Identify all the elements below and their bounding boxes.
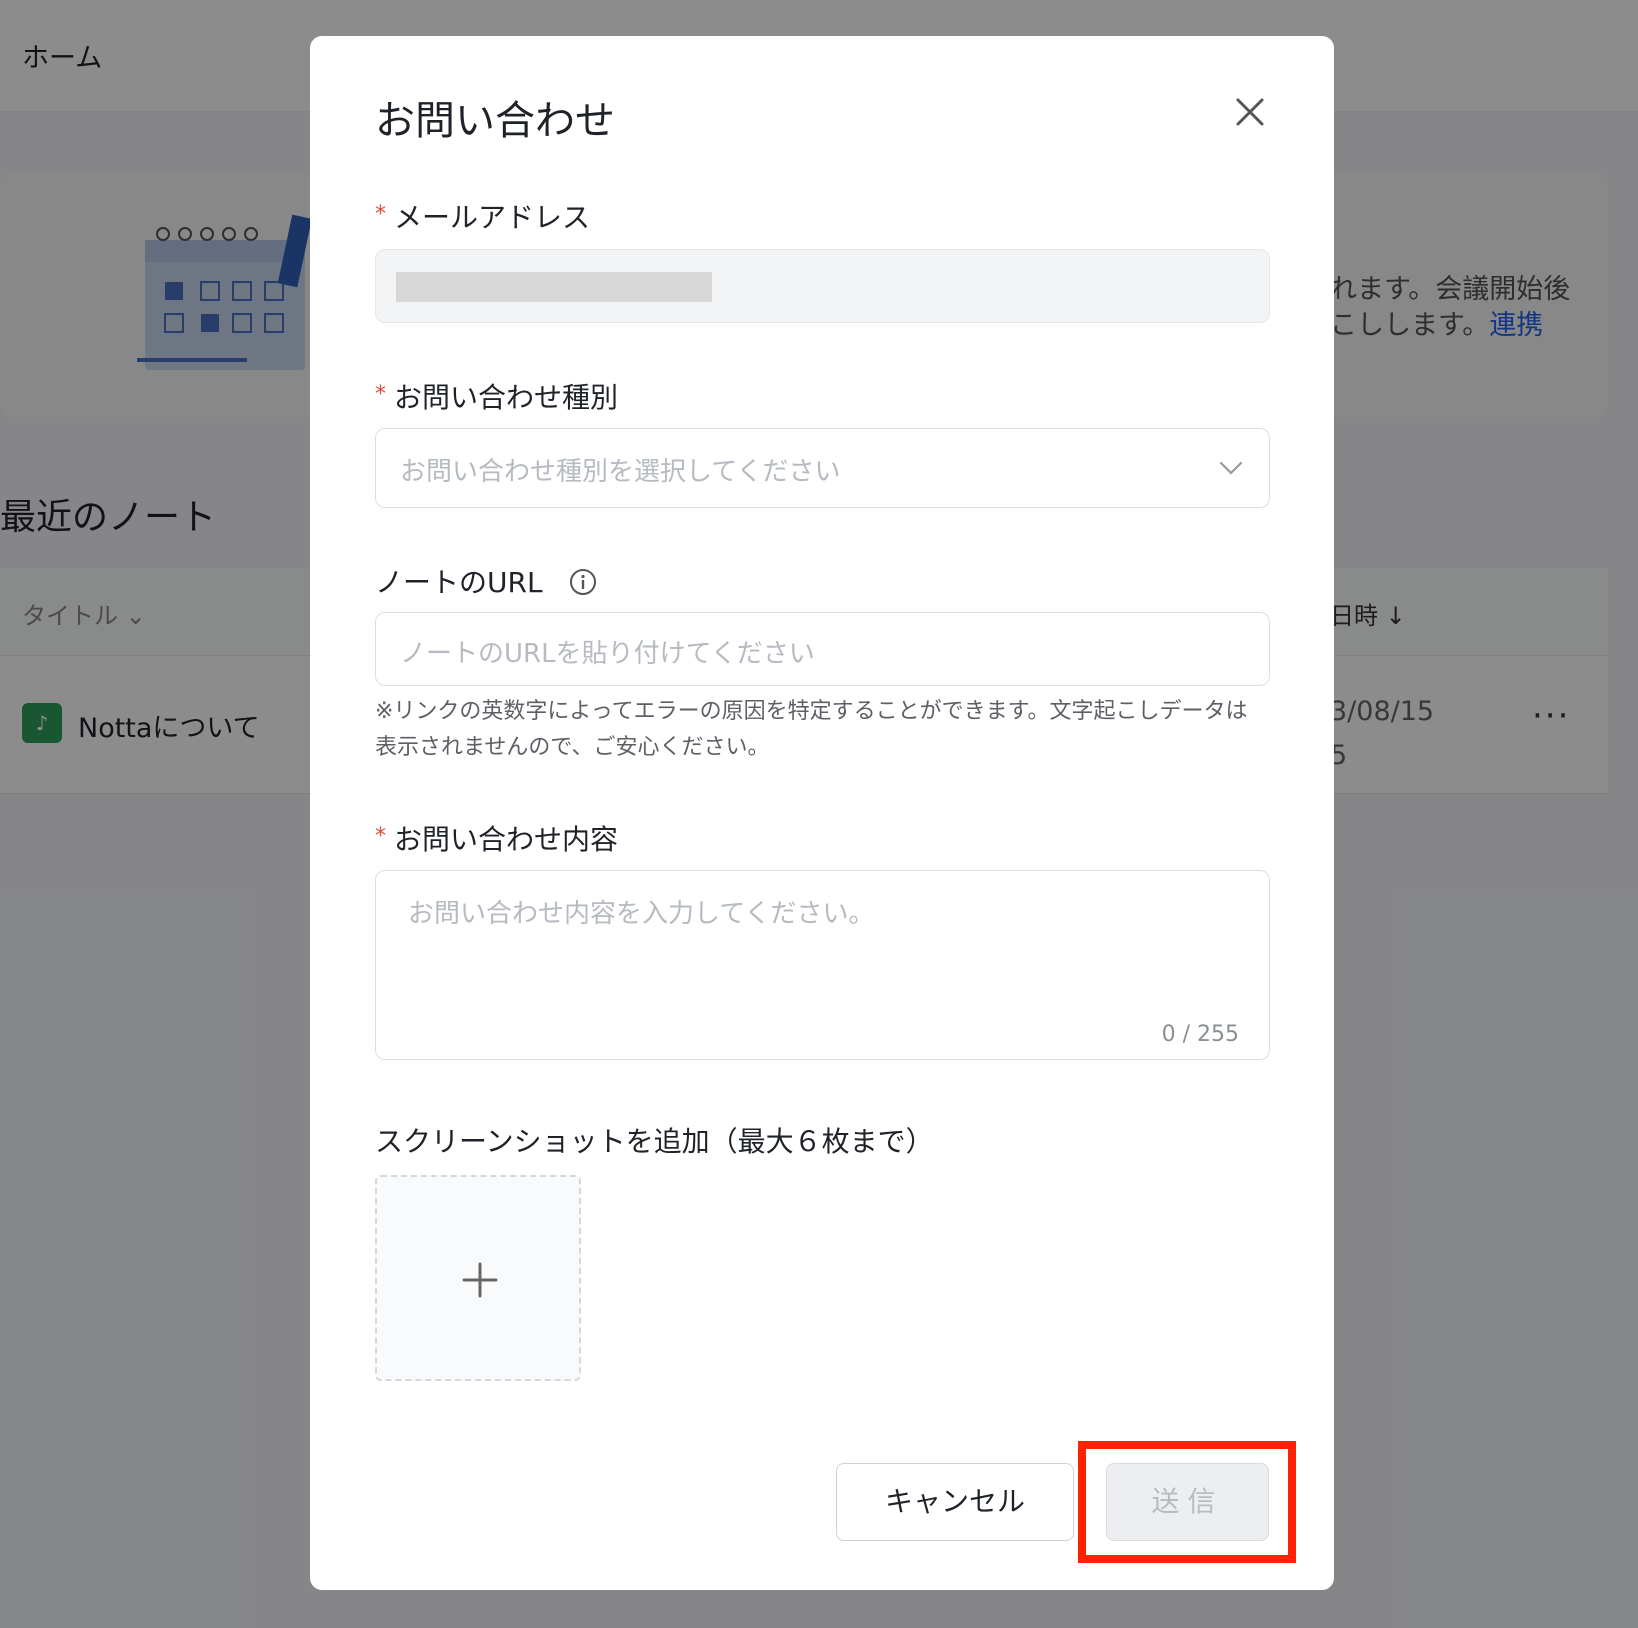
plus-icon xyxy=(462,1262,498,1298)
screenshot-upload[interactable] xyxy=(375,1175,581,1381)
category-label: * お問い合わせ種別 xyxy=(375,381,619,414)
highlight-box xyxy=(1078,1441,1296,1563)
category-select[interactable]: お問い合わせ種別を選択してください xyxy=(375,428,1270,508)
category-placeholder: お問い合わせ種別を選択してください xyxy=(400,457,841,487)
email-field[interactable] xyxy=(375,249,1270,323)
content-textarea[interactable]: お問い合わせ内容を入力してください。 0 / 255 xyxy=(375,870,1270,1060)
screenshot-label: スクリーンショットを追加（最大６枚まで） xyxy=(375,1125,934,1158)
content-label: * お問い合わせ内容 xyxy=(375,823,619,856)
note-url-placeholder: ノートのURLを貼り付けてください xyxy=(400,639,815,669)
content-placeholder: お問い合わせ内容を入力してください。 xyxy=(408,899,875,929)
info-icon[interactable] xyxy=(569,568,597,596)
note-url-hint: ※リンクの英数字によってエラーの原因を特定することができます。文字起こしデータは… xyxy=(375,699,1248,760)
note-url-label: ノートのURL xyxy=(375,561,597,601)
email-label: * メールアドレス xyxy=(375,201,591,234)
char-counter: 0 / 255 xyxy=(1161,1022,1239,1047)
required-mark: * xyxy=(375,202,386,227)
contact-dialog: お問い合わせ * メールアドレス * お問い合わせ種別 お問い合わせ種別を選択してく… xyxy=(310,36,1334,1590)
dialog-title: お問い合わせ xyxy=(375,98,615,144)
note-url-field[interactable]: ノートのURLを貼り付けてください xyxy=(375,612,1270,686)
close-icon[interactable] xyxy=(1230,92,1270,132)
redacted-email xyxy=(396,272,712,302)
required-mark: * xyxy=(375,382,386,407)
cancel-button[interactable]: キャンセル xyxy=(836,1463,1074,1541)
required-mark: * xyxy=(375,824,386,849)
chevron-down-icon xyxy=(1219,461,1243,475)
